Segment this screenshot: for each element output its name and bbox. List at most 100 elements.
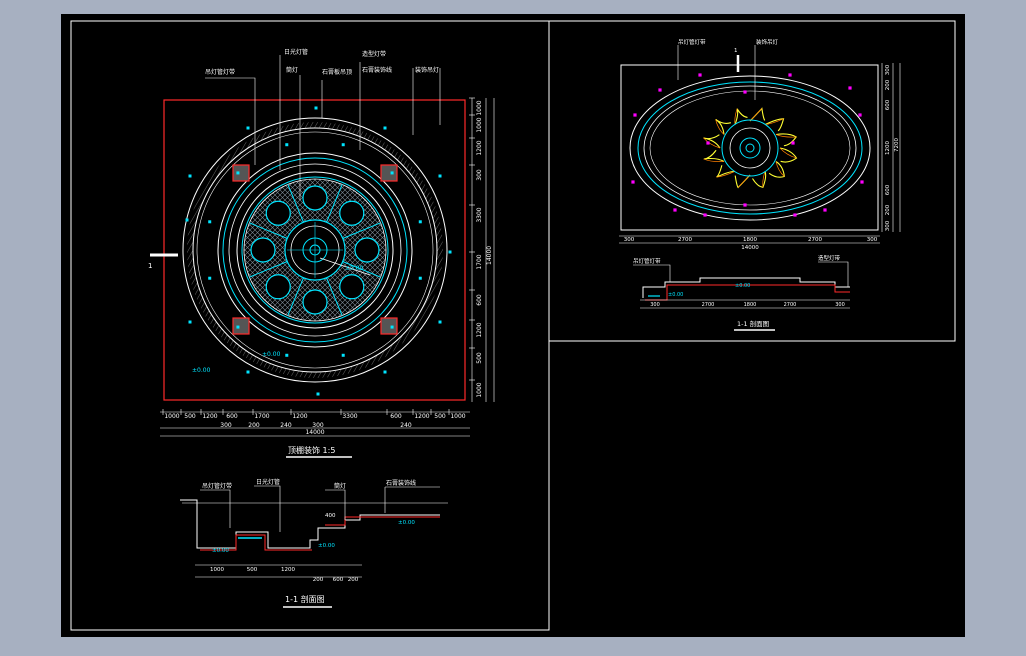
dimension-text: 600 — [885, 99, 891, 110]
downlight-dot — [438, 174, 442, 178]
downlight-dot — [791, 141, 795, 145]
dimension-text: 1200 — [476, 322, 483, 337]
downlight-dot — [188, 174, 192, 178]
downlight-dot — [698, 73, 702, 77]
downlight-dot — [208, 220, 212, 224]
downlight-dot — [418, 276, 422, 280]
lamp-circle — [265, 200, 291, 226]
downlight-dot — [246, 370, 250, 374]
dimension-text: 2700 — [678, 237, 692, 243]
section-title: 1-1 剖面图 — [285, 594, 325, 604]
dimension-text: 1800 — [744, 302, 757, 308]
downlight-dot — [390, 171, 394, 175]
downlight-dot — [633, 113, 637, 117]
downlight-dot — [383, 126, 387, 130]
elevation-mark: ±0.00 — [668, 292, 683, 298]
dimension-text: 240 — [280, 422, 292, 429]
dimension-text: 200 — [248, 422, 260, 429]
callout-text: 筒灯 — [334, 482, 346, 490]
downlight-dot — [316, 392, 320, 396]
downlight-dot — [285, 143, 289, 147]
cad-viewport: 吊灯管灯带 日光灯管 筒灯 石膏板吊顶 造型灯带 石膏装饰线 装饰吊灯 1 ±0… — [0, 0, 1026, 652]
dimension-text: 1700 — [254, 413, 269, 420]
lamp-circle — [339, 200, 365, 226]
dimension-text: 1700 — [476, 254, 483, 269]
dimension-text: 1000 — [450, 413, 465, 420]
drawing-canvas: 吊灯管灯带 日光灯管 筒灯 石膏板吊顶 造型灯带 石膏装饰线 装饰吊灯 1 ±0… — [61, 14, 965, 637]
callout-text: 石膏装饰线 — [386, 479, 416, 487]
dimension-text: 200 — [348, 577, 359, 583]
downlight-dot — [788, 73, 792, 77]
callout-text: 筒灯 — [286, 66, 298, 74]
dimension-text: 1200 — [292, 413, 307, 420]
downlight-dot — [188, 320, 192, 324]
section-mark: 1 — [734, 48, 738, 54]
downlight-dot — [823, 208, 827, 212]
dimension-text: 600 — [476, 294, 483, 306]
downlight-dot — [438, 320, 442, 324]
elevation-mark: ±0.00 — [345, 265, 364, 272]
callout-text: 吊灯管灯带 — [202, 482, 232, 490]
downlight-dot — [848, 86, 852, 90]
dimension-text: 200 — [885, 79, 891, 90]
lamp-circle — [302, 289, 328, 315]
dimension-text: 200 — [885, 204, 891, 215]
dimension-text: 240 — [400, 422, 412, 429]
downlight-dot — [314, 106, 318, 110]
callout-text: 吊灯管灯带 — [633, 257, 661, 265]
downlight-dot — [631, 180, 635, 184]
dimension-text: 600 — [390, 413, 402, 420]
dimension-text: 1000 — [164, 413, 179, 420]
dimension-text: 300 — [220, 422, 232, 429]
callout-text: 造型灯带 — [362, 50, 386, 58]
lamp-circle — [354, 237, 380, 263]
downlight-dot — [673, 208, 677, 212]
callout-text: 日光灯管 — [256, 478, 280, 486]
section-mark: 1 — [148, 262, 152, 270]
downlight-dot — [383, 370, 387, 374]
dimension-text: 2700 — [784, 302, 797, 308]
dimension-text: 1000 — [476, 117, 483, 132]
downlight-dot — [390, 325, 394, 329]
downlight-dot — [860, 180, 864, 184]
downlight-dot — [743, 203, 747, 207]
downlight-dot — [743, 90, 747, 94]
lamp-circle — [250, 237, 276, 263]
dimension-small: 400 — [325, 513, 336, 519]
lamp-circle — [302, 185, 328, 211]
dimension-text: 300 — [885, 64, 891, 75]
dimension-text: 600 — [226, 413, 238, 420]
elevation-mark: ±0.00 — [192, 367, 211, 374]
dimension-text: 500 — [184, 413, 196, 420]
downlight-dot — [285, 353, 289, 357]
downlight-dot — [706, 141, 710, 145]
dimension-text: 2700 — [808, 237, 822, 243]
callout-text: 日光灯管 — [284, 48, 308, 56]
dimension-text: 500 — [247, 567, 258, 573]
dimension-total: 14000 — [486, 246, 493, 265]
downlight-dot — [341, 143, 345, 147]
dimension-text: 600 — [885, 184, 891, 195]
callout-text: 吊灯管灯带 — [205, 68, 235, 76]
dimension-total: 7200 — [894, 138, 900, 152]
dimension-text: 300 — [476, 169, 483, 181]
downlight-dot — [658, 88, 662, 92]
downlight-dot — [208, 276, 212, 280]
section-title: 1-1 剖面图 — [737, 319, 769, 328]
downlight-dot — [703, 213, 707, 217]
elevation-mark: ±0.00 — [398, 520, 415, 526]
plan-title: 顶棚装饰 1:5 — [288, 445, 335, 455]
elevation-mark: ±0.00 — [735, 283, 750, 289]
downlight-dot — [858, 113, 862, 117]
dimension-text: 1200 — [414, 413, 429, 420]
dimension-text: 300 — [835, 302, 845, 308]
downlight-dot — [448, 250, 452, 254]
dimension-text: 300 — [650, 302, 660, 308]
dimension-text: 1000 — [210, 567, 224, 573]
downlight-dot — [418, 220, 422, 224]
dimension-text: 1200 — [202, 413, 217, 420]
elevation-mark: ±0.00 — [262, 351, 281, 358]
callout-text: 吊灯管灯带 — [678, 38, 706, 46]
dimension-text: 500 — [476, 352, 483, 364]
dimension-text: 1000 — [476, 382, 483, 397]
